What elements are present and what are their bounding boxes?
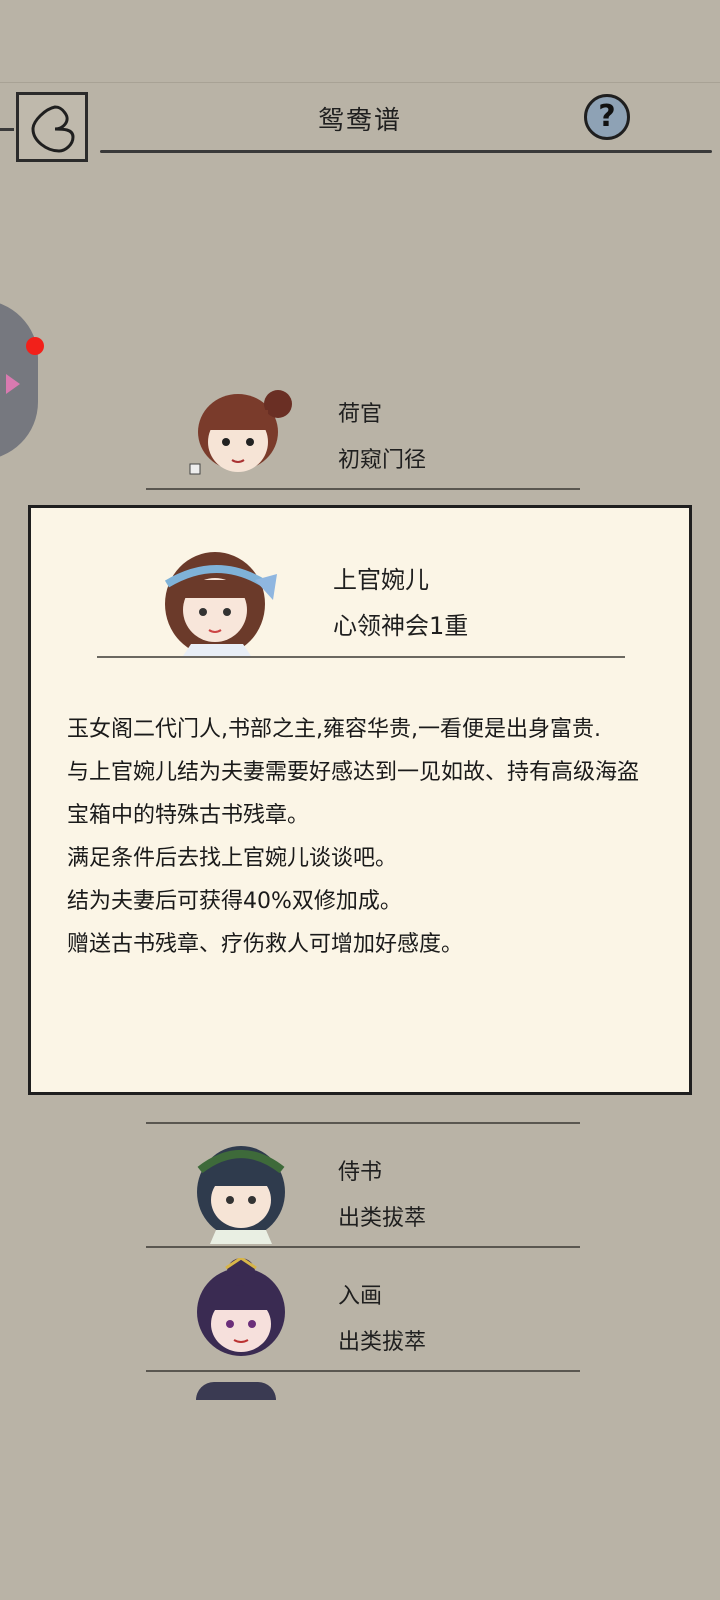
character-name: 入画: [338, 1284, 383, 1309]
status-area: [0, 0, 720, 83]
character-name: 荷官: [338, 402, 383, 427]
row-divider: [146, 1122, 580, 1124]
character-description: 玉女阁二代门人,书部之主,雍容华贵,一看便是出身富贵. 与上官婉儿结为夫妻需要好…: [67, 708, 657, 966]
avatar: [186, 1134, 296, 1244]
popup-character-name: 上官婉儿: [333, 566, 429, 594]
description-line: 赠送古书残章、疗伤救人可增加好感度。: [67, 932, 464, 957]
character-rank: 初窥门径: [338, 448, 427, 473]
description-line: 玉女阁二代门人,书部之主,雍容华贵,一看便是出身富贵.: [67, 717, 601, 742]
character-name: 侍书: [338, 1160, 383, 1185]
avatar: [147, 544, 287, 656]
header-divider: [100, 150, 712, 153]
page-title: 鸳鸯谱: [317, 106, 402, 136]
back-icon: [31, 105, 75, 153]
back-button[interactable]: [16, 92, 88, 162]
notification-dot: [26, 337, 44, 355]
list-item[interactable]: 荷官 初窥门径: [0, 376, 720, 492]
character-detail-popup[interactable]: 上官婉儿 心领神会1重 玉女阁二代门人,书部之主,雍容华贵,一看便是出身富贵. …: [28, 505, 692, 1095]
help-button[interactable]: ?: [584, 94, 630, 140]
row-divider: [146, 488, 580, 490]
character-rank: 出类拔萃: [338, 1206, 427, 1231]
popup-divider: [97, 656, 625, 658]
avatar: [196, 1382, 276, 1400]
description-line: 满足条件后去找上官婉儿谈谈吧。: [67, 846, 398, 871]
list-item[interactable]: 入画 出类拔萃: [0, 1258, 720, 1374]
row-divider: [146, 1246, 580, 1248]
description-line: 与上官婉儿结为夫妻需要好感达到一见如故、持有高级海盗宝箱中的特殊古书残章。: [67, 760, 640, 828]
character-rank: 出类拔萃: [338, 1330, 427, 1355]
list-item[interactable]: 侍书 出类拔萃: [0, 1134, 720, 1250]
header-divider-left: [0, 128, 14, 131]
avatar: [186, 376, 296, 486]
help-icon: ?: [598, 99, 616, 134]
description-line: 结为夫妻后可获得40%双修加成。: [67, 889, 402, 914]
row-divider: [146, 1370, 580, 1372]
avatar: [186, 1258, 296, 1368]
popup-character-rank: 心领神会1重: [333, 612, 469, 640]
